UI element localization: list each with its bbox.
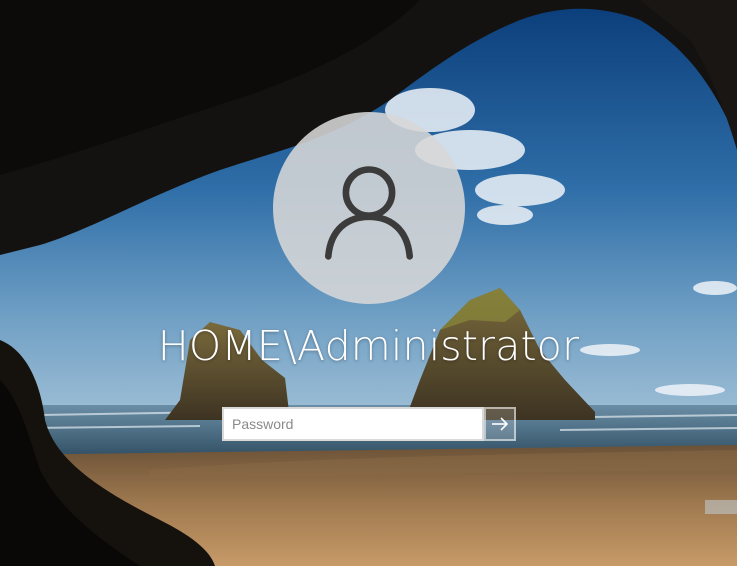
user-avatar bbox=[273, 112, 465, 304]
arrow-right-icon bbox=[492, 417, 509, 431]
account-name: HOME\Administrator bbox=[157, 322, 580, 370]
submit-button[interactable] bbox=[484, 407, 516, 441]
password-input[interactable] bbox=[222, 407, 484, 441]
user-silhouette-icon bbox=[325, 166, 413, 260]
